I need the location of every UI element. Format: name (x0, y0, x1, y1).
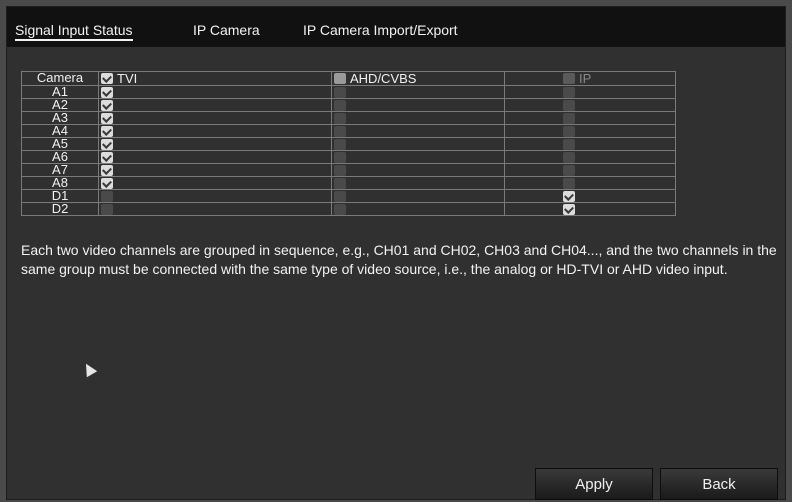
tvi-cell (98, 189, 332, 204)
channel-grouping-note: Each two video channels are grouped in s… (21, 242, 777, 277)
tvi-checkbox[interactable] (101, 151, 113, 163)
table-row: A4 (21, 123, 676, 138)
tvi-checkbox[interactable] (101, 99, 113, 111)
table-row: A1 (21, 84, 676, 99)
mouse-pointer-icon (80, 360, 98, 378)
tab-ip-camera-import-export[interactable]: IP Camera Import/Export (303, 22, 458, 38)
tvi-cell (98, 175, 332, 191)
tvi-checkbox[interactable] (101, 178, 113, 190)
ahd-checkbox (334, 125, 346, 137)
tvi-select-all-checkbox[interactable] (101, 73, 113, 85)
ahd-checkbox (334, 86, 346, 98)
header-ip-label: IP (579, 70, 592, 86)
ahd-checkbox (334, 204, 346, 216)
ip-checkbox[interactable] (563, 191, 575, 203)
ahd-checkbox (334, 165, 346, 176)
tab-ip-camera[interactable]: IP Camera (193, 22, 260, 38)
ip-cell (504, 175, 676, 191)
ip-checkbox (563, 86, 575, 98)
ip-cell (504, 162, 676, 178)
tvi-cell (98, 123, 332, 138)
tvi-checkbox[interactable] (101, 112, 113, 124)
table-row: A3 (21, 110, 676, 125)
tvi-checkbox[interactable] (101, 138, 113, 150)
ahd-checkbox (334, 99, 346, 111)
ip-checkbox (563, 99, 575, 111)
ahd-cell (331, 136, 505, 151)
ip-cell (504, 110, 676, 125)
tvi-cell (98, 136, 332, 151)
tvi-checkbox[interactable] (101, 125, 113, 137)
table-row: D1 (21, 189, 676, 204)
ip-cell (504, 189, 676, 204)
ip-checkbox (563, 178, 575, 190)
tvi-checkbox[interactable] (101, 165, 113, 176)
ahd-cell (331, 202, 505, 217)
ahd-checkbox (334, 138, 346, 150)
ip-checkbox (563, 165, 575, 176)
ahd-checkbox (334, 151, 346, 163)
apply-button[interactable]: Apply (535, 468, 653, 500)
ahd-select-all-checkbox[interactable] (334, 73, 346, 85)
table-row: D2 (21, 202, 676, 217)
settings-window: Signal Input Status IP Camera IP Camera … (6, 6, 786, 500)
back-button[interactable]: Back (660, 468, 778, 500)
ahd-cell (331, 84, 505, 99)
ahd-checkbox (334, 112, 346, 124)
ip-select-all-checkbox (563, 73, 575, 85)
ip-cell (504, 97, 676, 112)
ahd-cell (331, 162, 505, 178)
header-ip: IP (504, 70, 676, 86)
ahd-cell (331, 175, 505, 191)
tvi-cell (98, 97, 332, 112)
ip-checkbox (563, 125, 575, 137)
tvi-cell (98, 110, 332, 125)
ip-cell (504, 202, 676, 217)
ahd-cell (331, 149, 505, 164)
table-row: A7 (21, 162, 676, 178)
ahd-cell (331, 123, 505, 138)
tvi-cell (98, 149, 332, 164)
ip-checkbox[interactable] (563, 204, 575, 216)
tvi-cell (98, 202, 332, 217)
table-row: A2 (21, 97, 676, 112)
tvi-checkbox (101, 191, 113, 203)
table-row: A5 (21, 136, 676, 151)
tvi-cell (98, 84, 332, 99)
tab-signal-input-status[interactable]: Signal Input Status (15, 22, 133, 41)
camera-name-cell: D2 (21, 202, 99, 217)
ip-cell (504, 136, 676, 151)
tvi-cell (98, 162, 332, 178)
ahd-cell (331, 97, 505, 112)
ip-cell (504, 149, 676, 164)
header-tvi-label: TVI (117, 70, 138, 86)
ip-checkbox (563, 138, 575, 150)
ip-cell (504, 84, 676, 99)
table-row: A6 (21, 149, 676, 164)
ahd-checkbox (334, 191, 346, 203)
ahd-cell (331, 110, 505, 125)
ahd-checkbox (334, 178, 346, 190)
header-ahd-cvbs[interactable]: AHD/CVBS (331, 70, 505, 86)
ip-checkbox (563, 151, 575, 163)
table-row: A8 (21, 175, 676, 191)
signal-input-table: Camera TVI AHD/CVBS IP A1 A2 A3 A4 A5 A6 A7 A8 D… (21, 70, 676, 217)
tvi-checkbox (101, 204, 113, 216)
ip-checkbox (563, 112, 575, 124)
table-header-row: Camera TVI AHD/CVBS IP (21, 70, 676, 86)
header-tvi[interactable]: TVI (98, 70, 332, 86)
tvi-checkbox[interactable] (101, 86, 113, 98)
header-ahd-label: AHD/CVBS (350, 70, 417, 86)
ahd-cell (331, 189, 505, 204)
ip-cell (504, 123, 676, 138)
tab-bar: Signal Input Status IP Camera IP Camera … (7, 7, 785, 47)
